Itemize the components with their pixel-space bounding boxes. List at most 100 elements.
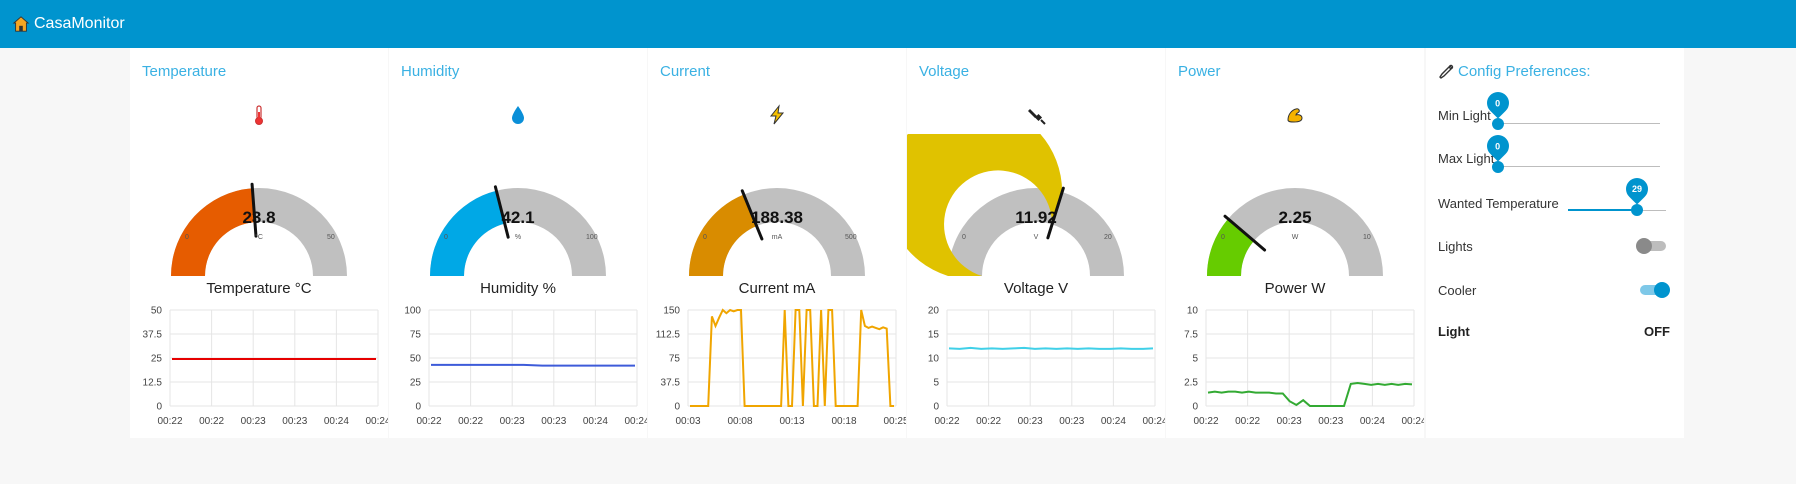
humidity-chart-title: Humidity % bbox=[480, 280, 556, 297]
lights-label: Lights bbox=[1438, 239, 1473, 254]
x-tick-label: 00:24 bbox=[1360, 416, 1385, 427]
humidity-title: Humidity bbox=[401, 63, 460, 80]
x-tick-label: 00:03 bbox=[675, 416, 700, 427]
power-gauge-unit: W bbox=[1291, 234, 1299, 241]
humidity-series-line bbox=[431, 363, 635, 367]
y-tick-label: 150 bbox=[663, 306, 680, 317]
y-tick-label: 37.5 bbox=[143, 330, 163, 341]
x-tick-label: 00:24 bbox=[624, 416, 647, 427]
voltage-title: Voltage bbox=[919, 63, 970, 80]
water-drop-icon bbox=[512, 106, 524, 124]
x-tick-label: 00:23 bbox=[1318, 416, 1343, 427]
current-card: Current 188.38 0 500 mA Current mA 150 112.5 75 3… bbox=[648, 48, 906, 438]
x-tick-label: 00:22 bbox=[458, 416, 483, 427]
y-tick-label: 112.5 bbox=[656, 330, 681, 341]
min-light-thumb[interactable] bbox=[1492, 118, 1504, 130]
y-tick-label: 0 bbox=[674, 402, 680, 413]
y-tick-label: 25 bbox=[151, 354, 163, 365]
wanted-temperature-label: Wanted Temperature bbox=[1438, 196, 1559, 211]
x-tick-label: 00:24 bbox=[324, 416, 349, 427]
x-tick-label: 00:24 bbox=[1401, 416, 1424, 427]
humidity-chart: 100 75 50 25 0 00:22 00:22 00:23 00:23 00:24 00:24 bbox=[404, 306, 647, 428]
x-tick-label: 00:23 bbox=[282, 416, 307, 427]
y-tick-label: 100 bbox=[404, 306, 421, 317]
y-tick-label: 0 bbox=[1192, 402, 1198, 413]
max-light-label: Max Light bbox=[1438, 151, 1495, 166]
temperature-gauge-value: 23.8 bbox=[242, 208, 276, 227]
house-icon bbox=[12, 16, 30, 32]
x-tick-label: 00:22 bbox=[1193, 416, 1218, 427]
dashboard: Temperature 23.8 0 50 °C Temperature °C 50 37.5… bbox=[130, 48, 1684, 438]
x-tick-label: 00:24 bbox=[1101, 416, 1126, 427]
app-title: CasaMonitor bbox=[34, 15, 125, 32]
y-tick-label: 50 bbox=[151, 306, 163, 317]
x-tick-label: 00:24 bbox=[365, 416, 388, 427]
power-gauge-value: 2.25 bbox=[1278, 208, 1312, 227]
max-light-track[interactable] bbox=[1498, 166, 1660, 167]
x-tick-label: 00:23 bbox=[500, 416, 525, 427]
temperature-chart: 50 37.5 25 12.5 0 00:22 00:22 00:23 00:23 00:24 00… bbox=[143, 306, 388, 428]
wanted-temperature-value: 29 bbox=[1631, 184, 1643, 195]
x-tick-label: 00:18 bbox=[831, 416, 856, 427]
x-tick-label: 00:22 bbox=[199, 416, 224, 427]
config-card: Config Preferences: Min Light 0 Max Ligh… bbox=[1426, 48, 1684, 438]
y-tick-label: 50 bbox=[410, 354, 422, 365]
y-tick-label: 5 bbox=[933, 378, 939, 389]
current-gauge-unit: mA bbox=[771, 234, 783, 241]
x-tick-label: 00:23 bbox=[1059, 416, 1084, 427]
temperature-title: Temperature bbox=[142, 63, 227, 80]
x-tick-label: 00:24 bbox=[1142, 416, 1165, 427]
x-tick-label: 00:23 bbox=[1018, 416, 1043, 427]
wanted-temperature-thumb[interactable] bbox=[1631, 204, 1643, 216]
y-tick-label: 10 bbox=[928, 354, 940, 365]
voltage-card: Voltage 11.92 0 20 V Voltage V 20 15 10 5 0 00:22 00… bbox=[907, 48, 1165, 438]
power-chart: 10 7.5 5 2.5 0 00:22 00:22 00:23 00:23 00:24 00:24 bbox=[1184, 306, 1424, 428]
y-tick-label: 37.5 bbox=[661, 378, 681, 389]
y-tick-label: 15 bbox=[928, 330, 940, 341]
y-tick-label: 0 bbox=[933, 402, 939, 413]
cooler-toggle-knob[interactable] bbox=[1654, 282, 1670, 298]
wanted-temperature-fill bbox=[1568, 209, 1637, 211]
x-tick-label: 00:24 bbox=[583, 416, 608, 427]
x-tick-label: 00:23 bbox=[541, 416, 566, 427]
x-tick-label: 00:23 bbox=[241, 416, 266, 427]
x-tick-label: 00:08 bbox=[727, 416, 752, 427]
light-status-label: Light bbox=[1438, 324, 1470, 339]
temperature-gauge-fill bbox=[171, 188, 255, 276]
x-tick-label: 00:23 bbox=[1277, 416, 1302, 427]
x-tick-label: 00:22 bbox=[934, 416, 959, 427]
muscle-icon bbox=[1287, 108, 1303, 123]
max-light-thumb[interactable] bbox=[1492, 161, 1504, 173]
y-tick-label: 20 bbox=[928, 306, 940, 317]
power-series-line bbox=[1207, 381, 1413, 407]
min-light-track[interactable] bbox=[1498, 123, 1660, 124]
power-title: Power bbox=[1178, 63, 1221, 80]
voltage-gauge-unit: V bbox=[1033, 234, 1039, 241]
x-tick-label: 00:22 bbox=[1235, 416, 1260, 427]
humidity-card: Humidity 42.1 0 100% Humidity % 100 75 50 25 0 00:… bbox=[389, 48, 647, 438]
y-tick-label: 10 bbox=[1187, 306, 1199, 317]
lights-toggle-knob[interactable] bbox=[1636, 238, 1652, 254]
y-tick-label: 7.5 bbox=[1184, 330, 1198, 341]
cooler-label: Cooler bbox=[1438, 283, 1477, 298]
y-tick-label: 25 bbox=[410, 378, 422, 389]
voltage-gauge-value: 11.92 bbox=[1015, 208, 1057, 227]
y-tick-label: 5 bbox=[1192, 354, 1198, 365]
min-light-label: Min Light bbox=[1438, 108, 1491, 123]
y-tick-label: 12.5 bbox=[143, 378, 163, 389]
humidity-gauge-unit: % bbox=[514, 234, 522, 241]
x-tick-label: 00:13 bbox=[779, 416, 804, 427]
temperature-gauge-unit: °C bbox=[255, 234, 263, 241]
x-tick-label: 00:22 bbox=[157, 416, 182, 427]
voltage-chart-title: Voltage V bbox=[1003, 280, 1069, 297]
y-tick-label: 2.5 bbox=[1184, 378, 1198, 389]
current-gauge-value: 188.38 bbox=[751, 208, 803, 227]
current-title: Current bbox=[660, 63, 711, 80]
y-tick-label: 0 bbox=[156, 402, 162, 413]
x-tick-label: 00:22 bbox=[416, 416, 441, 427]
voltage-series-line bbox=[948, 346, 1154, 350]
y-tick-label: 0 bbox=[415, 402, 421, 413]
x-tick-label: 00:25 bbox=[883, 416, 906, 427]
plug-icon bbox=[1028, 109, 1046, 125]
current-chart-title: Current mA bbox=[738, 280, 816, 297]
